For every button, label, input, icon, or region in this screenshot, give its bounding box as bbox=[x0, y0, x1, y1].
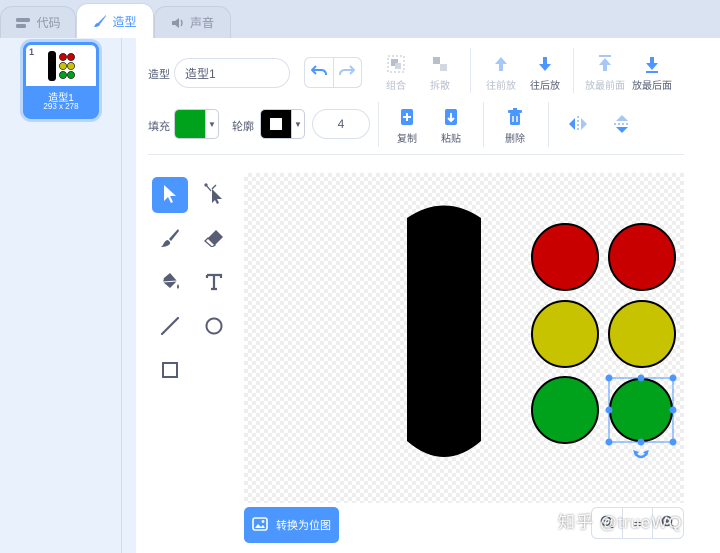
delete-button[interactable]: 删除 bbox=[502, 106, 528, 145]
tab-sounds[interactable]: 声音 bbox=[154, 6, 231, 38]
ungroup-icon bbox=[431, 53, 449, 75]
bring-to-front-button[interactable]: 放最前面 bbox=[585, 53, 625, 92]
costume-thumbnail: 1 bbox=[26, 45, 96, 86]
image-icon bbox=[252, 516, 268, 534]
redo-button[interactable] bbox=[332, 58, 362, 87]
outline-label: 轮廓 bbox=[232, 121, 254, 133]
paste-button[interactable]: 粘贴 bbox=[438, 106, 464, 145]
undo-redo-group bbox=[304, 57, 362, 88]
bring-to-front-label: 放最前面 bbox=[585, 81, 625, 92]
drawing-canvas[interactable] bbox=[244, 173, 684, 503]
speaker-icon bbox=[171, 17, 185, 29]
costume-item[interactable]: 1 造型1 293 x 278 bbox=[23, 42, 99, 119]
group-button[interactable]: 组合 bbox=[385, 53, 407, 92]
toolbar-divider bbox=[483, 102, 484, 147]
paint-bucket-icon bbox=[160, 272, 180, 295]
paste-label: 粘贴 bbox=[441, 134, 461, 145]
flip-vertical-button[interactable] bbox=[610, 113, 634, 135]
tab-code[interactable]: 代码 bbox=[0, 6, 76, 38]
eraser-tool[interactable] bbox=[196, 221, 232, 257]
flip-vertical-icon bbox=[613, 113, 631, 135]
arrow-cursor-icon bbox=[162, 184, 178, 207]
group-icon bbox=[387, 53, 405, 75]
send-to-back-label: 放最后面 bbox=[632, 81, 672, 92]
outline-color-swatch bbox=[261, 110, 291, 138]
fill-label: 填充 bbox=[148, 121, 170, 133]
fill-tool[interactable] bbox=[152, 265, 188, 301]
undo-icon bbox=[310, 65, 327, 80]
yellow-light-right bbox=[608, 300, 676, 368]
delete-label: 删除 bbox=[505, 134, 525, 145]
group-label: 组合 bbox=[386, 81, 406, 92]
send-to-back-button[interactable]: 放最后面 bbox=[632, 53, 672, 92]
tab-costumes[interactable]: 造型 bbox=[76, 3, 154, 38]
tab-costumes-label: 造型 bbox=[112, 14, 137, 29]
editor-tabs: 代码 造型 声音 bbox=[0, 0, 720, 38]
toolbar-divider bbox=[548, 102, 549, 147]
select-tool[interactable] bbox=[152, 177, 188, 213]
circle-icon bbox=[204, 316, 224, 339]
eraser-icon bbox=[204, 229, 224, 250]
traffic-light-pole bbox=[407, 205, 481, 457]
toolbar-divider bbox=[470, 48, 471, 93]
code-icon bbox=[15, 17, 31, 29]
paste-icon bbox=[443, 106, 459, 128]
paint-editor: 造型 组合 拆散 往前放 bbox=[136, 38, 720, 553]
forward-label: 往前放 bbox=[486, 81, 516, 92]
costume-name-input[interactable] bbox=[174, 58, 290, 88]
copy-icon bbox=[399, 106, 415, 128]
ungroup-label: 拆散 bbox=[430, 81, 450, 92]
reshape-tool[interactable] bbox=[196, 177, 232, 213]
paintbrush-icon bbox=[160, 228, 180, 251]
backward-label: 往后放 bbox=[530, 81, 560, 92]
outline-width-input[interactable]: 4 bbox=[312, 109, 370, 139]
brush-tool[interactable] bbox=[152, 221, 188, 257]
costume-size: 293 x 278 bbox=[43, 102, 79, 111]
green-light-selected bbox=[609, 378, 673, 442]
costume-name-label: 造型 bbox=[148, 69, 170, 81]
redo-icon bbox=[339, 65, 356, 80]
copy-label: 复制 bbox=[397, 134, 417, 145]
line-icon bbox=[160, 316, 180, 339]
copy-button[interactable]: 复制 bbox=[394, 106, 420, 145]
red-light-left bbox=[531, 223, 599, 291]
toolbar-bottom-divider bbox=[148, 154, 684, 155]
chevron-down-icon: ▼ bbox=[291, 110, 304, 138]
convert-to-bitmap-button[interactable]: 转换为位图 bbox=[244, 507, 339, 543]
tab-code-label: 代码 bbox=[36, 16, 61, 30]
watermark: 知乎 @trueWQ bbox=[558, 513, 683, 532]
ungroup-button[interactable]: 拆散 bbox=[429, 53, 451, 92]
fill-color-swatch bbox=[175, 110, 205, 138]
red-light-right bbox=[608, 223, 676, 291]
tab-sounds-label: 声音 bbox=[189, 16, 214, 30]
text-icon bbox=[205, 273, 223, 294]
brush-icon bbox=[93, 14, 107, 28]
text-tool[interactable] bbox=[196, 265, 232, 301]
forward-button[interactable]: 往前放 bbox=[484, 53, 518, 92]
line-tool[interactable] bbox=[152, 309, 188, 345]
chevron-down-icon: ▼ bbox=[205, 110, 218, 138]
reshape-icon bbox=[204, 182, 224, 208]
flip-horizontal-icon bbox=[568, 113, 588, 135]
arrow-down-icon bbox=[537, 53, 553, 75]
undo-button[interactable] bbox=[305, 58, 333, 87]
circle-tool[interactable] bbox=[196, 309, 232, 345]
costume-list: 1 造型1 293 x 278 bbox=[0, 38, 122, 553]
outline-color-picker[interactable]: ▼ bbox=[260, 109, 305, 139]
green-light-left bbox=[531, 376, 599, 444]
toolbar-divider bbox=[378, 102, 379, 147]
arrow-bottom-icon bbox=[644, 53, 660, 75]
trash-icon bbox=[507, 106, 523, 128]
fill-color-picker[interactable]: ▼ bbox=[174, 109, 219, 139]
arrow-up-icon bbox=[493, 53, 509, 75]
backward-button[interactable]: 往后放 bbox=[528, 53, 562, 92]
flip-horizontal-button[interactable] bbox=[566, 113, 590, 135]
yellow-light-left bbox=[531, 300, 599, 368]
rectangle-icon bbox=[160, 360, 180, 383]
rectangle-tool[interactable] bbox=[152, 353, 188, 389]
convert-to-bitmap-label: 转换为位图 bbox=[276, 520, 331, 532]
toolbar-divider bbox=[573, 48, 574, 93]
arrow-top-icon bbox=[597, 53, 613, 75]
